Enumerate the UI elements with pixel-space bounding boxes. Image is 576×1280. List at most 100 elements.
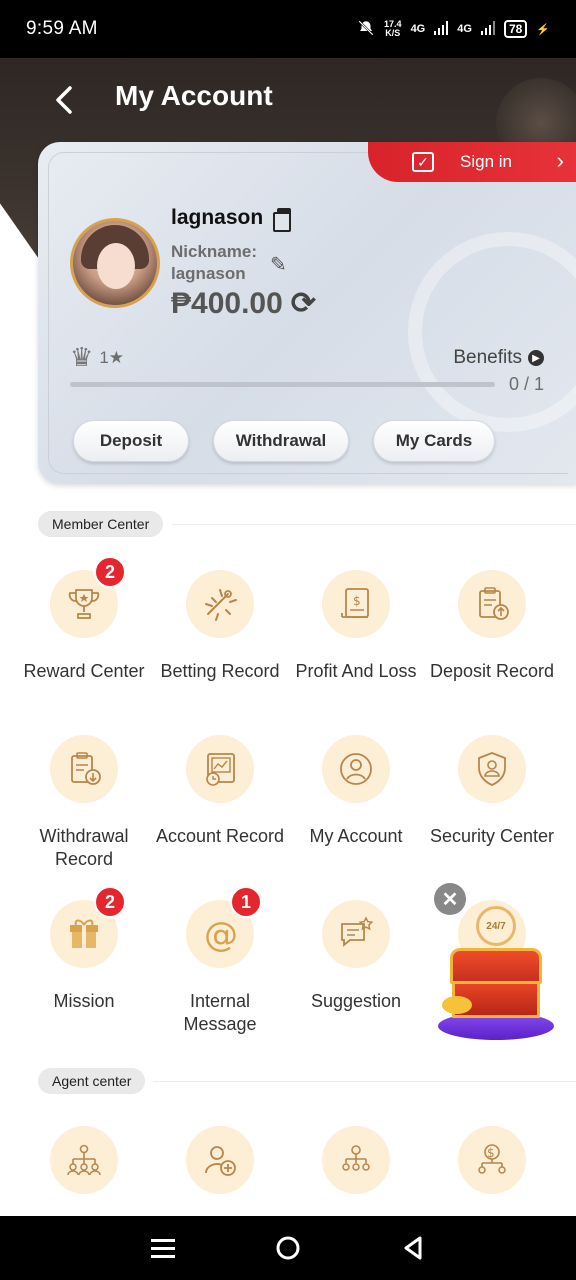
profit-doc-icon: $: [322, 570, 390, 638]
suggestion-item[interactable]: Suggestion: [288, 900, 424, 1013]
signal-4g-1: 4G: [410, 23, 426, 35]
trophy-icon: 2: [50, 556, 126, 638]
balance-value: ₱400.00: [171, 286, 283, 320]
vip-level: ♛ 1★: [70, 342, 124, 373]
nickname-label: Nickname:: [171, 242, 257, 261]
deposit-record-icon: [458, 570, 526, 638]
withdrawal-button[interactable]: Withdrawal: [213, 420, 349, 462]
status-bar: 9:59 AM 17.4 K/S 4G 4G 78 ⚡: [0, 0, 576, 58]
agent-commission-item[interactable]: $: [424, 1126, 560, 1194]
back-button[interactable]: [48, 82, 80, 118]
nickname-value: lagnason: [171, 264, 246, 283]
agent-center-tag: Agent center: [38, 1068, 146, 1094]
internal-message-badge: 1: [230, 886, 262, 918]
edit-nickname-icon[interactable]: ✎: [270, 252, 287, 277]
signal-bars-icon: [434, 20, 449, 38]
internal-message-label: Internal Message: [183, 991, 257, 1034]
card-actions: Deposit Withdrawal My Cards: [73, 420, 495, 462]
system-nav-bar: [0, 1216, 576, 1280]
org-chart-icon: [50, 1126, 118, 1194]
mission-label: Mission: [53, 991, 115, 1011]
username-text: lagnason: [171, 206, 264, 229]
mute-icon: [357, 19, 375, 40]
close-floating-button[interactable]: ✕: [434, 883, 466, 915]
copy-icon[interactable]: [273, 208, 292, 232]
reward-center-label: Reward Center: [23, 661, 145, 681]
my-cards-button[interactable]: My Cards: [373, 420, 495, 462]
network-icon: [322, 1126, 390, 1194]
avatar-face: [97, 243, 135, 289]
menu-icon[interactable]: [139, 1224, 187, 1272]
svg-text:@: @: [204, 915, 238, 954]
vip-level-text: 1★: [99, 347, 125, 367]
shield-icon: [458, 735, 526, 803]
mission-item[interactable]: 2 Mission: [16, 886, 152, 1013]
add-user-icon: [186, 1126, 254, 1194]
status-time: 9:59 AM: [26, 18, 98, 39]
sign-in-label: Sign in: [460, 152, 512, 171]
benefits-label: Benefits: [453, 347, 522, 368]
reward-center-badge: 2: [94, 556, 126, 588]
suggestion-icon: [322, 900, 390, 968]
clock-24-7-icon: 24/7: [476, 906, 516, 946]
withdrawal-record-label: Withdrawal Record: [39, 826, 129, 869]
member-center-tag: Member Center: [38, 511, 164, 537]
gift-icon: 2: [50, 886, 126, 968]
chest-lid: [450, 948, 542, 984]
account-card: ✓ Sign in › lagnason Nickname: lagnason …: [38, 142, 576, 484]
agent-network-item[interactable]: [288, 1126, 424, 1194]
balance: ₱400.00 ⟳: [171, 286, 316, 321]
network-speed: 17.4 K/S: [384, 19, 402, 38]
vip-progress-text: 0 / 1: [508, 374, 544, 394]
coins-icon: [442, 996, 472, 1014]
home-icon[interactable]: [264, 1224, 312, 1272]
my-account-item[interactable]: My Account: [288, 735, 424, 848]
signal-bars-icon-2: [480, 20, 495, 38]
add-member-item[interactable]: [152, 1126, 288, 1194]
profit-and-loss-item[interactable]: $ Profit And Loss: [288, 570, 424, 683]
chevron-right-icon: ›: [556, 148, 564, 173]
deposit-record-item[interactable]: Deposit Record: [424, 570, 560, 683]
betting-icon: [186, 570, 254, 638]
commission-icon: $: [458, 1126, 526, 1194]
deposit-button[interactable]: Deposit: [73, 420, 189, 462]
floating-treasure-chest[interactable]: 24/7: [438, 900, 554, 1042]
refresh-icon[interactable]: ⟳: [291, 286, 316, 321]
back-triangle-icon[interactable]: [389, 1224, 437, 1272]
chevron-left-icon: [56, 86, 72, 114]
internal-message-item[interactable]: @ 1 Internal Message: [152, 886, 288, 1036]
deposit-record-label: Deposit Record: [429, 661, 555, 681]
security-center-item[interactable]: Security Center: [424, 735, 560, 848]
chevron-right-circle-icon: ▶: [528, 350, 544, 366]
account-record-icon: [186, 735, 254, 803]
my-account-label: My Account: [309, 826, 403, 846]
charging-icon: ⚡: [536, 23, 550, 36]
profit-and-loss-label: Profit And Loss: [295, 661, 417, 681]
benefits-link[interactable]: Benefits ▶: [453, 347, 544, 369]
agent-center-divider: [153, 1081, 576, 1082]
svg-text:$: $: [353, 594, 361, 608]
status-icons: 17.4 K/S 4G 4G 78 ⚡: [357, 19, 550, 40]
member-center-divider: [172, 524, 576, 525]
betting-record-item[interactable]: Betting Record: [152, 570, 288, 683]
at-icon: @ 1: [186, 886, 262, 968]
mission-badge: 2: [94, 886, 126, 918]
agent-team-item[interactable]: [16, 1126, 152, 1194]
vip-progress-bar: [70, 382, 495, 387]
reward-center-item[interactable]: 2 Reward Center: [16, 556, 152, 683]
avatar[interactable]: [70, 218, 160, 308]
checkbox-icon: ✓: [412, 152, 434, 172]
betting-record-label: Betting Record: [160, 661, 280, 681]
sign-in-button[interactable]: ✓ Sign in ›: [368, 142, 576, 182]
page-title: My Account: [115, 80, 273, 111]
crown-icon: ♛: [70, 342, 94, 372]
username: lagnason: [171, 206, 292, 232]
suggestion-label: Suggestion: [310, 991, 402, 1011]
signal-4g-2: 4G: [457, 23, 472, 35]
account-record-item[interactable]: Account Record: [152, 735, 288, 848]
account-record-label: Account Record: [155, 826, 285, 846]
user-icon: [322, 735, 390, 803]
withdrawal-record-item[interactable]: Withdrawal Record: [16, 735, 152, 871]
battery-indicator: 78: [503, 20, 528, 38]
withdrawal-record-icon: [50, 735, 118, 803]
